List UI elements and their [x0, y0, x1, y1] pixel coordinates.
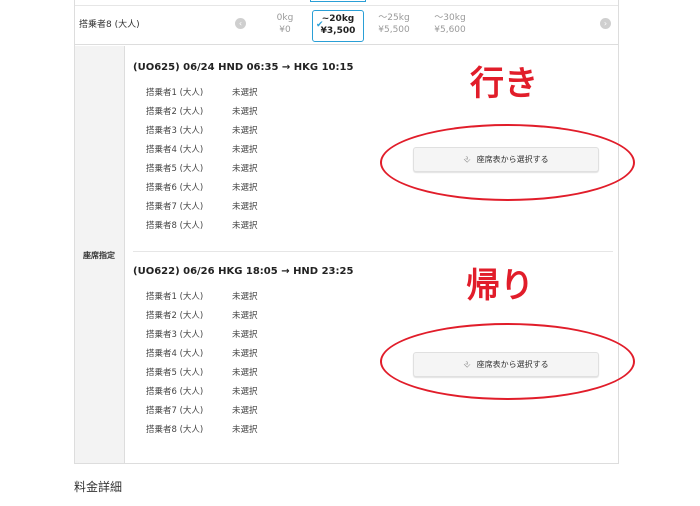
baggage-option-weight: ～25kg — [378, 13, 410, 23]
baggage-option-30kg[interactable]: ～30kg ¥5,600 — [424, 10, 476, 42]
seat-status: 未選択 — [232, 311, 258, 321]
baggage-row: 搭乗者8 (大人) ‹ 0kg ¥0 ✔ ~20kg ¥3,500 ～25kg … — [75, 5, 618, 45]
seat-status: 未選択 — [232, 368, 258, 378]
passenger-name: 搭乗者3 (大人) — [146, 126, 204, 136]
passenger-name: 搭乗者4 (大人) — [146, 349, 204, 359]
checkmark-icon: ✔ — [316, 20, 324, 30]
passenger-name: 搭乗者8 (大人) — [146, 425, 204, 435]
seat-status: 未選択 — [232, 292, 258, 302]
return-highlight-ellipse — [380, 323, 635, 400]
seat-status: 未選択 — [232, 88, 258, 98]
passenger-name: 搭乗者7 (大人) — [146, 406, 204, 416]
seat-status: 未選択 — [232, 164, 258, 174]
passenger-row: 搭乗者2 (大人) 未選択 — [146, 309, 346, 328]
passenger-name: 搭乗者6 (大人) — [146, 387, 204, 397]
passenger-name: 搭乗者2 (大人) — [146, 311, 204, 321]
seat-status: 未選択 — [232, 183, 258, 193]
passenger-row: 搭乗者6 (大人) 未選択 — [146, 181, 346, 200]
passenger-name: 搭乗者5 (大人) — [146, 164, 204, 174]
baggage-option-25kg[interactable]: ～25kg ¥5,500 — [368, 10, 420, 42]
baggage-option-weight: 0kg — [276, 13, 294, 23]
seat-status: 未選択 — [232, 387, 258, 397]
seat-status: 未選択 — [232, 107, 258, 117]
return-flight-title: (UO622) 06/26 HKG 18:05 → HND 23:25 — [133, 266, 354, 277]
seat-section-header-cell: 座席指定 — [75, 46, 125, 463]
passenger-row: 搭乗者3 (大人) 未選択 — [146, 328, 346, 347]
seat-status: 未選択 — [232, 349, 258, 359]
passenger-row: 搭乗者4 (大人) 未選択 — [146, 143, 346, 162]
passenger-name: 搭乗者1 (大人) — [146, 88, 204, 98]
baggage-option-price: ¥5,600 — [434, 25, 466, 35]
passenger-name: 搭乗者1 (大人) — [146, 292, 204, 302]
passenger-row: 搭乗者4 (大人) 未選択 — [146, 347, 346, 366]
passenger-row: 搭乗者5 (大人) 未選択 — [146, 366, 346, 385]
fare-details-title: 料金詳細 — [74, 480, 123, 494]
seat-status: 未選択 — [232, 330, 258, 340]
passenger-name: 搭乗者3 (大人) — [146, 330, 204, 340]
passenger-row: 搭乗者1 (大人) 未選択 — [146, 290, 346, 309]
flight-divider — [133, 251, 613, 252]
passenger-row: 搭乗者3 (大人) 未選択 — [146, 124, 346, 143]
outbound-flight-title: (UO625) 06/24 HND 06:35 → HKG 10:15 — [133, 62, 354, 73]
baggage-option-20kg[interactable]: ✔ ~20kg ¥3,500 — [312, 10, 364, 42]
passenger-name: 搭乗者6 (大人) — [146, 183, 204, 193]
passenger-row: 搭乗者8 (大人) 未選択 — [146, 219, 346, 238]
passenger-row: 搭乗者6 (大人) 未選択 — [146, 385, 346, 404]
passenger-name: 搭乗者4 (大人) — [146, 145, 204, 155]
seat-status: 未選択 — [232, 425, 258, 435]
seat-status: 未選択 — [232, 202, 258, 212]
seat-section-label: 座席指定 — [83, 251, 115, 260]
seat-status: 未選択 — [232, 126, 258, 136]
seat-status: 未選択 — [232, 221, 258, 231]
chevron-right-icon[interactable]: › — [600, 18, 611, 29]
passenger-row: 搭乗者7 (大人) 未選択 — [146, 200, 346, 219]
baggage-option-price: ¥5,500 — [378, 25, 410, 35]
passenger-name: 搭乗者2 (大人) — [146, 107, 204, 117]
baggage-option-price: ¥0 — [279, 25, 291, 35]
passenger-name: 搭乗者7 (大人) — [146, 202, 204, 212]
passenger-row: 搭乗者7 (大人) 未選択 — [146, 404, 346, 423]
chevron-left-icon[interactable]: ‹ — [235, 18, 246, 29]
passenger-name: 搭乗者8 (大人) — [146, 221, 204, 231]
outbound-annotation: 行き — [470, 64, 538, 104]
outbound-highlight-ellipse — [380, 124, 635, 201]
passenger-row: 搭乗者2 (大人) 未選択 — [146, 105, 346, 124]
passenger-row: 搭乗者8 (大人) 未選択 — [146, 423, 346, 442]
seat-status: 未選択 — [232, 406, 258, 416]
baggage-option-weight: ～30kg — [434, 13, 466, 23]
passenger-row: 搭乗者5 (大人) 未選択 — [146, 162, 346, 181]
baggage-option-0kg[interactable]: 0kg ¥0 — [259, 10, 311, 42]
passenger-row: 搭乗者1 (大人) 未選択 — [146, 86, 346, 105]
passenger-name: 搭乗者5 (大人) — [146, 368, 204, 378]
return-annotation: 帰り — [466, 266, 534, 306]
baggage-passenger-label: 搭乗者8 (大人) — [79, 20, 140, 30]
seat-status: 未選択 — [232, 145, 258, 155]
